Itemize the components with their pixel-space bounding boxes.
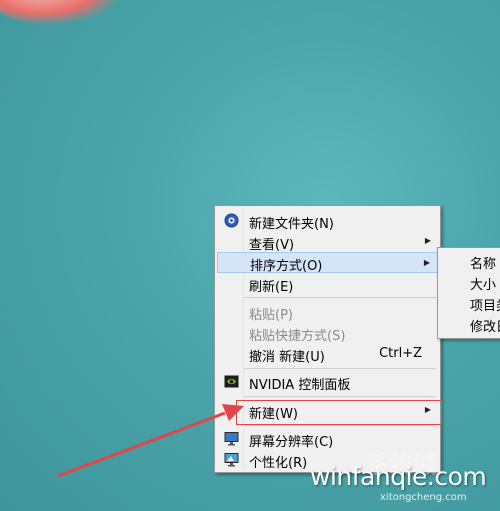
watermark-text: winfanqie.com — [310, 462, 487, 491]
watermark-subtext: xitongcheng.com — [380, 492, 467, 503]
annotation-arrow — [57, 404, 244, 478]
